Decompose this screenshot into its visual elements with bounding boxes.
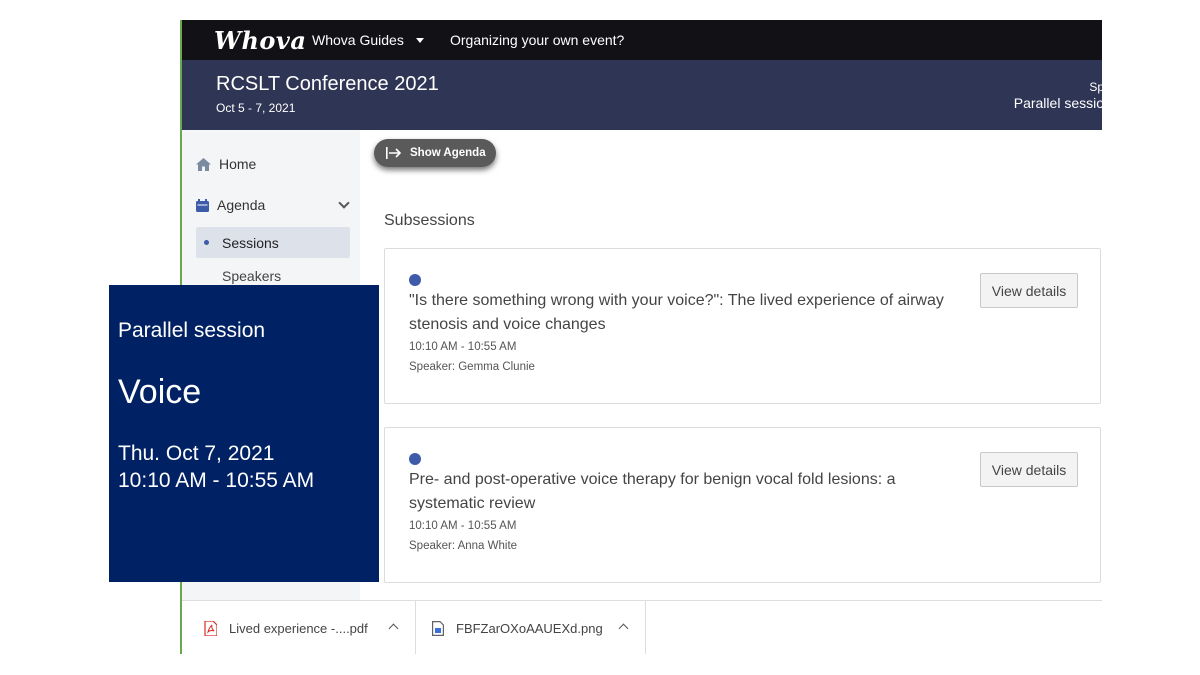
organizing-event-link[interactable]: Organizing your own event? (450, 32, 624, 48)
sidebar-item-home[interactable]: Home (196, 156, 256, 172)
downloads-bar: Lived experience -....pdf FBFZarOXoAAUEX… (182, 600, 1102, 654)
subsession-speaker: Speaker: Gemma Clunie (409, 361, 535, 373)
show-agenda-button[interactable]: Show Agenda (374, 139, 496, 167)
overlay-session-date: Thu. Oct 7, 2021 (118, 442, 275, 465)
subsession-time: 10:10 AM - 10:55 AM (409, 520, 517, 532)
sidebar-item-sessions[interactable]: Sessions (196, 227, 350, 258)
download-item-pdf[interactable]: Lived experience -....pdf (204, 601, 416, 654)
subsession-card: "Is there something wrong with your voic… (384, 248, 1101, 404)
overlay-session-title: Voice (118, 373, 202, 411)
sidebar-item-label: Sessions (222, 235, 279, 251)
subsession-card: Pre- and post-operative voice therapy fo… (384, 427, 1101, 583)
session-info-overlay: Parallel session Voice Thu. Oct 7, 2021 … (109, 285, 379, 582)
event-header: RCSLT Conference 2021 Oct 5 - 7, 2021 Sp… (182, 60, 1102, 130)
sidebar-item-agenda[interactable]: Agenda (196, 197, 350, 213)
expand-arrow-icon (386, 147, 402, 159)
pdf-icon (204, 620, 217, 636)
subsession-time: 10:10 AM - 10:55 AM (409, 341, 517, 353)
event-header-right-text: Sp (1089, 80, 1102, 94)
subsession-title: "Is there something wrong with your voic… (409, 292, 944, 333)
home-icon (196, 157, 211, 171)
calendar-icon (196, 198, 209, 212)
sidebar-item-speakers[interactable]: Speakers (222, 268, 281, 284)
whova-logo[interactable]: Whova (214, 26, 306, 55)
image-file-icon (432, 620, 444, 636)
download-item-png[interactable]: FBFZarOXoAAUEXd.png (432, 601, 646, 654)
event-header-session-type: Parallel sessio (1013, 95, 1102, 111)
chevron-up-icon[interactable] (388, 623, 399, 634)
top-navigation-bar: Whova Whova Guides Organizing your own e… (182, 20, 1102, 60)
sidebar-item-label: Agenda (217, 197, 266, 213)
slide: Whova Whova Guides Organizing your own e… (0, 0, 1200, 675)
view-details-button[interactable]: View details (980, 273, 1078, 308)
download-filename: FBFZarOXoAAUEXd.png (456, 620, 603, 636)
subsession-speaker: Speaker: Anna White (409, 540, 518, 552)
active-dot-icon (204, 240, 209, 245)
whova-guides-menu[interactable]: Whova Guides (312, 32, 424, 48)
whova-guides-label: Whova Guides (312, 32, 404, 48)
caret-down-icon (415, 37, 424, 43)
chevron-up-icon[interactable] (618, 623, 629, 634)
show-agenda-label: Show Agenda (410, 147, 486, 159)
subsessions-heading: Subsessions (384, 212, 475, 229)
event-title: RCSLT Conference 2021 (216, 73, 439, 95)
event-dates: Oct 5 - 7, 2021 (216, 101, 296, 115)
subsession-title: Pre- and post-operative voice therapy fo… (409, 471, 896, 512)
chevron-down-icon[interactable] (338, 197, 350, 209)
download-filename: Lived experience -....pdf (229, 620, 368, 636)
overlay-session-time: 10:10 AM - 10:55 AM (118, 469, 315, 492)
session-dot-icon (409, 453, 421, 465)
overlay-session-type: Parallel session (118, 319, 266, 342)
view-details-button[interactable]: View details (980, 452, 1078, 487)
session-dot-icon (409, 274, 421, 286)
sidebar-item-label: Home (219, 156, 257, 172)
